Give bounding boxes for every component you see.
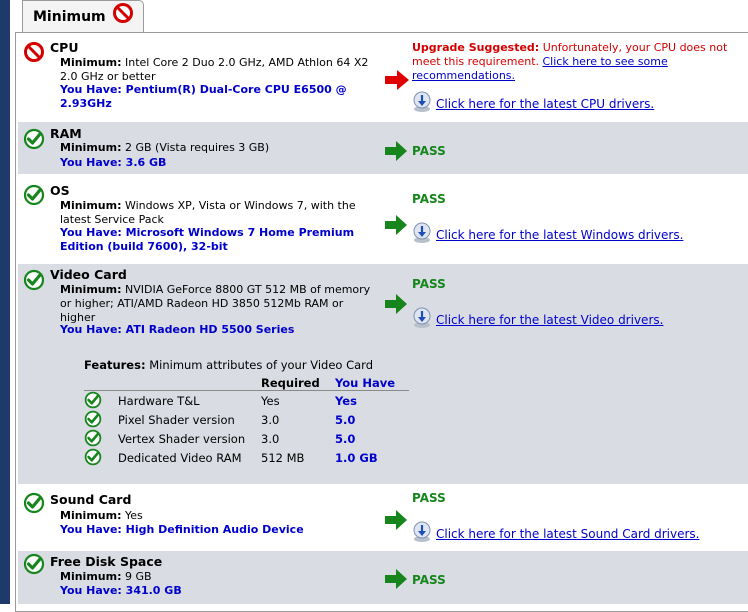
row-cpu: CPU Minimum: Intel Core 2 Duo 2.0 GHz, A… <box>18 36 748 116</box>
feature-row: Dedicated Video RAM 512 MB 1.0 GB <box>84 448 414 467</box>
video-status: PASS <box>412 277 446 291</box>
feature-row: Vertex Shader version 3.0 5.0 <box>84 429 414 448</box>
row-free-disk-space: Free Disk Space Minimum: 9 GB You Have: … <box>18 551 748 604</box>
red-arrow-icon <box>385 70 409 90</box>
os-status: PASS <box>412 192 446 206</box>
upgrade-message: Upgrade Suggested: Unfortunately, your C… <box>412 41 747 83</box>
cpu-you-have: You Have: Pentium(R) Dual-Core CPU E6500… <box>60 83 347 110</box>
row-os: OS Minimum: Windows XP, Vista or Windows… <box>18 179 748 259</box>
row-title-sound-card: Sound Card <box>50 492 132 507</box>
video-drivers-link[interactable]: Click here for the latest Video drivers. <box>436 313 663 327</box>
minimum-label: Minimum: <box>60 56 122 69</box>
feature-required: 512 MB <box>261 451 305 465</box>
no-entry-icon <box>24 42 44 62</box>
row-ram: RAM Minimum: 2 GB (Vista requires 3 GB) … <box>18 122 748 174</box>
ram-you-have: You Have: 3.6 GB <box>60 156 167 169</box>
feature-name: Vertex Shader version <box>118 432 246 446</box>
disk-status: PASS <box>412 573 446 587</box>
upgrade-label: Upgrade Suggested: <box>412 41 540 54</box>
ram-minimum: Minimum: 2 GB (Vista requires 3 GB) <box>60 141 375 155</box>
feature-required: 3.0 <box>261 432 280 446</box>
minimum-label: Minimum: <box>60 570 122 583</box>
tab-label: Minimum <box>33 9 106 25</box>
row-title-ram: RAM <box>50 126 82 141</box>
check-circle-icon <box>23 184 45 206</box>
ram-status: PASS <box>412 144 446 158</box>
row-title-os: OS <box>50 183 70 198</box>
disk-you-have: You Have: 341.0 GB <box>60 584 182 597</box>
video-minimum: Minimum: NVIDIA GeForce 8800 GT 512 MB o… <box>60 283 375 325</box>
minimum-label: Minimum: <box>60 509 122 522</box>
download-icon <box>413 91 431 112</box>
feature-you-have: Yes <box>335 394 357 408</box>
no-entry-icon <box>113 3 133 23</box>
features-text: Minimum attributes of your Video Card <box>149 358 374 372</box>
ram-minimum-text: 2 GB (Vista requires 3 GB) <box>124 141 270 154</box>
features-title: Features: Minimum attributes of your Vid… <box>84 358 373 372</box>
video-you-have: You Have: ATI Radeon HD 5500 Series <box>60 323 295 336</box>
col-required-header: Required <box>261 376 320 390</box>
download-icon <box>413 521 431 542</box>
feature-you-have: 1.0 GB <box>335 451 378 465</box>
feature-you-have: 5.0 <box>335 413 356 427</box>
feature-name: Pixel Shader version <box>118 413 235 427</box>
row-title-free-disk-space: Free Disk Space <box>50 554 163 569</box>
disk-minimum-text: 9 GB <box>124 570 152 583</box>
row-sound-card: Sound Card Minimum: Yes You Have: High D… <box>18 489 748 546</box>
row-title-cpu: CPU <box>50 40 79 55</box>
feature-you-have: 5.0 <box>335 432 356 446</box>
minimum-label: Minimum: <box>60 141 122 154</box>
disk-minimum: Minimum: 9 GB <box>60 570 375 584</box>
tab-minimum[interactable]: Minimum <box>22 0 144 33</box>
sound-status: PASS <box>412 491 446 505</box>
green-arrow-icon <box>385 510 407 530</box>
row-video-card: Video Card Minimum: NVIDIA GeForce 8800 … <box>18 264 748 484</box>
cpu-minimum: Minimum: Intel Core 2 Duo 2.0 GHz, AMD A… <box>60 56 375 84</box>
green-arrow-icon <box>385 215 407 235</box>
download-icon <box>413 222 431 243</box>
check-circle-icon <box>84 429 102 447</box>
check-circle-icon <box>23 492 45 514</box>
download-icon <box>413 307 431 328</box>
col-you-have-header: You Have <box>335 376 396 390</box>
feature-row: Pixel Shader version 3.0 5.0 <box>84 410 414 429</box>
feature-row: Hardware T&L Yes Yes <box>84 391 414 410</box>
sound-minimum-text: Yes <box>124 509 143 522</box>
green-arrow-icon <box>385 141 407 161</box>
row-title-video-card: Video Card <box>50 267 127 282</box>
sound-you-have: You Have: High Definition Audio Device <box>60 523 304 536</box>
features-label: Features: <box>84 358 146 372</box>
green-arrow-icon <box>385 569 407 589</box>
feature-required: 3.0 <box>261 413 280 427</box>
feature-name: Dedicated Video RAM <box>118 451 242 465</box>
check-circle-icon <box>84 448 102 466</box>
check-circle-icon <box>84 410 102 428</box>
check-circle-icon <box>84 391 102 409</box>
sound-drivers-link[interactable]: Click here for the latest Sound Card dri… <box>436 527 700 541</box>
minimum-label: Minimum: <box>60 283 122 296</box>
sound-minimum: Minimum: Yes <box>60 509 375 523</box>
windows-drivers-link[interactable]: Click here for the latest Windows driver… <box>436 228 683 242</box>
feature-required: Yes <box>261 394 280 408</box>
check-circle-icon <box>23 128 45 150</box>
check-circle-icon <box>23 553 45 575</box>
green-arrow-icon <box>385 294 407 314</box>
os-you-have: You Have: Microsoft Windows 7 Home Premi… <box>60 226 355 253</box>
feature-name: Hardware T&L <box>118 394 200 408</box>
check-circle-icon <box>23 269 45 291</box>
cpu-drivers-link[interactable]: Click here for the latest CPU drivers. <box>436 97 654 111</box>
os-minimum: Minimum: Windows XP, Vista or Windows 7,… <box>60 199 375 227</box>
minimum-label: Minimum: <box>60 199 122 212</box>
left-edge-strip <box>0 0 10 604</box>
